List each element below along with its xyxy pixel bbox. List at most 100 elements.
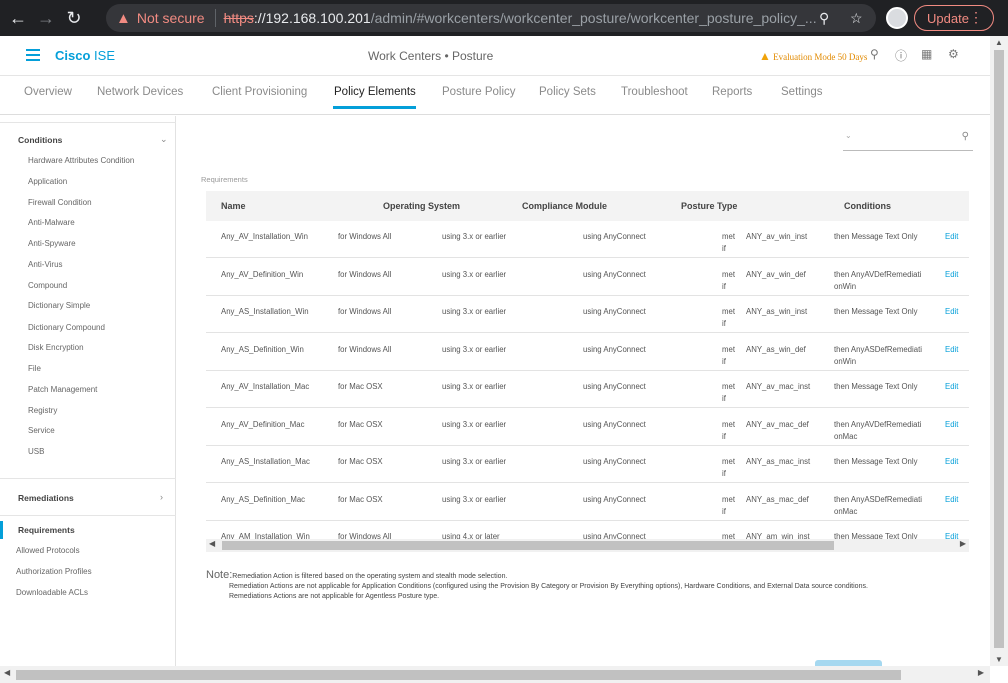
bookmark-star-icon[interactable]: ☆ — [850, 10, 863, 27]
search-icon[interactable]: ⚲ — [962, 131, 969, 142]
sidebar-conditions-header[interactable]: Conditions — [18, 135, 62, 145]
tab-posture-policy[interactable]: Posture Policy — [442, 86, 516, 98]
zoom-search-icon[interactable]: ⚲ — [819, 10, 829, 27]
sidebar-item-downloadable-acls[interactable]: Downloadable ACLs — [16, 588, 88, 597]
sidebar-item-dictionary-simple[interactable]: Dictionary Simple — [28, 301, 90, 310]
column-header-os[interactable]: Operating System — [383, 201, 460, 211]
table-row[interactable]: Any_AV_Definition_Mac for Mac OSX using 3.… — [206, 409, 969, 446]
filter-dropdown-icon[interactable]: ⌄ — [845, 131, 852, 140]
cell-then: then Message Text Only — [834, 532, 918, 539]
note-line: Remediation Actions are not applicable f… — [229, 583, 868, 590]
sidebar-item-registry[interactable]: Registry — [28, 406, 57, 415]
sidebar-item-disk-encryption[interactable]: Disk Encryption — [28, 343, 84, 352]
table-row[interactable]: Any_AV_Definition_Win for Windows All usin… — [206, 259, 969, 296]
tab-policy-elements[interactable]: Policy Elements — [334, 86, 416, 98]
sidebar-item-dictionary-compound[interactable]: Dictionary Compound — [28, 323, 105, 332]
sidebar-item-anti-virus[interactable]: Anti-Virus — [28, 260, 63, 269]
sidebar-item-authorization-profiles[interactable]: Authorization Profiles — [16, 567, 92, 576]
sidebar-item-file[interactable]: File — [28, 364, 41, 373]
update-button[interactable]: Update ⋮ — [914, 5, 994, 31]
search-icon[interactable]: ⚲ — [870, 47, 879, 61]
scrollbar-thumb[interactable] — [222, 541, 834, 550]
tab-policy-sets[interactable]: Policy Sets — [539, 86, 596, 98]
cell-os: for Mac OSX — [338, 457, 383, 466]
tab-troubleshoot[interactable]: Troubleshoot — [621, 86, 688, 98]
table-row[interactable]: Any_AM_Installation_Win for Windows All us… — [206, 521, 969, 539]
help-icon[interactable]: ⓘ — [895, 47, 907, 64]
more-menu-icon[interactable]: ⋮ — [969, 9, 983, 26]
edit-link[interactable]: Edit — [945, 531, 958, 539]
cell-os: for Windows All — [338, 532, 392, 539]
sidebar-remediations-header[interactable]: Remediations — [18, 493, 74, 503]
table-row[interactable]: Any_AS_Installation_Win for Windows All us… — [206, 296, 969, 333]
back-arrow-icon[interactable]: ← — [4, 4, 32, 32]
page-horizontal-scrollbar[interactable]: ◀ ▶ — [0, 666, 990, 683]
sidebar-item-requirements[interactable]: Requirements — [18, 525, 75, 535]
chevron-right-icon[interactable]: › — [160, 492, 163, 502]
tab-network-devices[interactable]: Network Devices — [97, 86, 183, 98]
column-header-conditions[interactable]: Conditions — [844, 201, 891, 211]
edit-link[interactable]: Edit — [945, 344, 958, 356]
scrollbar-thumb[interactable] — [16, 670, 901, 680]
tab-overview[interactable]: Overview — [24, 86, 72, 98]
profile-avatar[interactable] — [886, 7, 908, 29]
sidebar-item-compound[interactable]: Compound — [28, 281, 67, 290]
brand-name: Cisco — [55, 48, 91, 63]
tab-client-provisioning[interactable]: Client Provisioning — [212, 86, 307, 98]
cell-module: using AnyConnect — [583, 344, 646, 354]
page-vertical-scrollbar[interactable]: ▲ ▼ — [990, 36, 1008, 666]
column-header-posture-type[interactable]: Posture Type — [681, 201, 737, 211]
dashboard-icon[interactable]: ▦ — [921, 47, 932, 61]
scroll-left-icon[interactable]: ◀ — [209, 539, 215, 548]
reload-icon[interactable]: ↻ — [60, 4, 88, 32]
search-input[interactable]: ⌄ ⚲ — [843, 129, 973, 151]
column-header-module[interactable]: Compliance Module — [522, 201, 607, 211]
table-horizontal-scrollbar[interactable]: ◀ ▶ — [206, 539, 969, 552]
cell-then: then Message Text Only — [834, 457, 918, 466]
brand-logo[interactable]: Cisco ISE — [55, 48, 115, 63]
tab-reports[interactable]: Reports — [712, 86, 752, 98]
edit-link[interactable]: Edit — [945, 456, 958, 468]
edit-link[interactable]: Edit — [945, 269, 958, 281]
sidebar-item-anti-spyware[interactable]: Anti-Spyware — [28, 239, 76, 248]
sidebar-item-anti-malware[interactable]: Anti-Malware — [28, 218, 75, 227]
table-row[interactable]: Any_AS_Definition_Mac for Mac OSX using 3.… — [206, 484, 969, 521]
chevron-down-icon[interactable]: ⌄ — [160, 134, 168, 145]
scrollbar-thumb[interactable] — [994, 50, 1004, 648]
column-header-name[interactable]: Name — [221, 201, 246, 211]
scroll-right-icon[interactable]: ▶ — [960, 539, 966, 548]
sidebar-item-usb[interactable]: USB — [28, 447, 44, 456]
url-scheme: https — [223, 10, 254, 26]
table-row[interactable]: Any_AV_Installation_Win for Windows All us… — [206, 221, 969, 258]
cell-name: Any_AS_Installation_Win — [221, 307, 309, 316]
edit-link[interactable]: Edit — [945, 381, 958, 393]
edit-link[interactable]: Edit — [945, 419, 958, 431]
table-row[interactable]: Any_AS_Installation_Mac for Mac OSX using … — [206, 446, 969, 483]
sidebar-item-service[interactable]: Service — [28, 426, 55, 435]
sidebar-item-application[interactable]: Application — [28, 177, 67, 186]
edit-link[interactable]: Edit — [945, 306, 958, 318]
table-row[interactable]: Any_AV_Installation_Mac for Mac OSX using … — [206, 371, 969, 408]
evaluation-notice[interactable]: ▲ Evaluation Mode 50 Days — [759, 49, 867, 64]
settings-gear-icon[interactable]: ⚙ — [948, 47, 959, 61]
scroll-left-icon[interactable]: ◀ — [4, 668, 10, 677]
scroll-up-icon[interactable]: ▲ — [995, 38, 1003, 47]
cell-module: using AnyConnect — [583, 457, 646, 466]
edit-link[interactable]: Edit — [945, 231, 958, 243]
forward-arrow-icon[interactable]: → — [32, 4, 60, 32]
sidebar-item-firewall[interactable]: Firewall Condition — [28, 198, 92, 207]
sidebar-item-hardware-attributes[interactable]: Hardware Attributes Condition — [28, 156, 134, 165]
sidebar-item-allowed-protocols[interactable]: Allowed Protocols — [16, 546, 80, 555]
scroll-right-icon[interactable]: ▶ — [978, 668, 984, 677]
not-secure-label: Not secure — [136, 10, 205, 26]
tab-settings[interactable]: Settings — [781, 86, 823, 98]
scroll-down-icon[interactable]: ▼ — [995, 655, 1003, 664]
table-row[interactable]: Any_AS_Definition_Win for Windows All usin… — [206, 334, 969, 371]
cell-version: using 3.x or earlier — [442, 269, 507, 279]
hamburger-menu-icon[interactable] — [26, 49, 40, 64]
cell-module: using AnyConnect — [583, 419, 646, 429]
sidebar-item-patch-management[interactable]: Patch Management — [28, 385, 97, 394]
edit-link[interactable]: Edit — [945, 494, 958, 506]
address-bar[interactable]: ▲ Not secure https://192.168.100.201/adm… — [106, 4, 876, 32]
cell-module: using AnyConnect — [583, 382, 646, 391]
